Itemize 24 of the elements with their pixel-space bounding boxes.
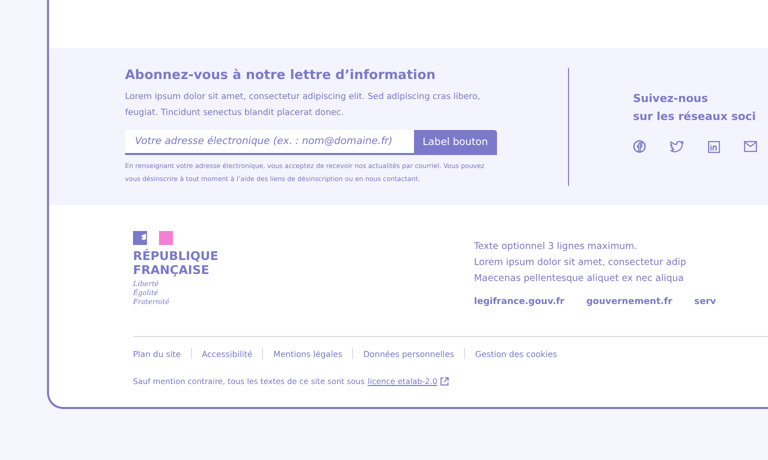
footer-link[interactable]: serv [694, 297, 716, 307]
footer-bottom-link[interactable]: Mentions légales [273, 348, 342, 358]
footer-bottom-link[interactable]: Accessibilité [202, 348, 252, 358]
external-link-icon [440, 377, 450, 386]
brand-name: RÉPUBLIQUE [133, 249, 220, 263]
facebook-icon[interactable] [633, 140, 646, 153]
subscribe-button[interactable]: Label bouton [414, 130, 497, 155]
footer-bottom-link[interactable]: Gestion des cookies [475, 348, 557, 358]
twitter-icon[interactable] [670, 140, 684, 152]
social-title: Suivez-nous [633, 91, 709, 107]
footer-bottom-link[interactable]: Données personnelles [363, 348, 454, 358]
footer-bottom-link[interactable]: Plan du site [133, 348, 181, 358]
brand-name: FRANÇAISE [133, 263, 210, 277]
linkedin-icon[interactable] [708, 140, 720, 152]
social-title: sur les réseaux soci [633, 109, 757, 125]
footer-text: Lorem ipsum dolor sit amet, consectetur adip [474, 256, 688, 270]
email-field[interactable]: Votre adresse électronique (ex. : nom@domaine.fr) [125, 130, 414, 155]
footer-text: Texte optionnel 3 lignes maximum. [474, 240, 638, 254]
footer-link[interactable]: gouvernement.fr [586, 297, 672, 307]
newsletter-description: Lorem ipsum dolor sit amet, consectetur adipiscing elit. Sed adipiscing cras libero, feugiat. Tincidunt senectus blandit placerat donec. [125, 91, 482, 120]
footer-link[interactable]: legifrance.gouv.fr [474, 297, 564, 307]
newsletter-title: Abonnez-vous à notre lettre d’information [125, 68, 437, 83]
footer-text: Maecenas pellentesque aliquet ex nec aliqua [474, 272, 685, 286]
mail-icon[interactable] [744, 141, 757, 152]
